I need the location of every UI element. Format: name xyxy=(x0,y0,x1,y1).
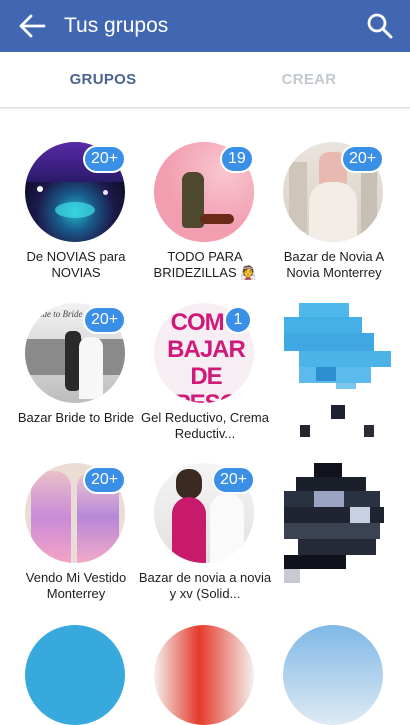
groups-grid: 20+ De NOVIAS para NOVIAS 19 TODO PARA B… xyxy=(0,108,410,725)
app-bar: Tus grupos xyxy=(0,0,410,52)
group-photo[interactable] xyxy=(154,625,254,725)
group-name: TODO PARA BRIDEZILLAS 👰 xyxy=(153,249,257,280)
group-name: Bazar de Novia A Novia Monterrey xyxy=(283,249,385,280)
photo-caption: Bride to Bride xyxy=(31,309,83,319)
group-name: Bazar de novia a novia y xv (Solid... xyxy=(138,570,272,601)
group-name: De NOVIAS para NOVIAS xyxy=(26,249,126,280)
notification-badge: 20+ xyxy=(212,466,256,494)
group-name: Gel Reductivo, Crema Reductiv... xyxy=(141,410,269,441)
tab-create[interactable]: CREAR xyxy=(234,52,384,108)
notification-badge: 19 xyxy=(220,145,254,173)
tab-bar: GRUPOS CREAR xyxy=(0,52,410,108)
notification-badge: 20+ xyxy=(341,145,385,173)
notification-badge: 1 xyxy=(224,306,252,334)
back-arrow-icon[interactable] xyxy=(18,13,46,39)
group-photo[interactable] xyxy=(25,625,125,725)
notification-badge: 20+ xyxy=(83,306,127,334)
group-photo[interactable] xyxy=(283,625,383,725)
tab-groups[interactable]: GRUPOS xyxy=(28,52,178,108)
page-title: Tus grupos xyxy=(64,14,169,37)
pixelated-image xyxy=(266,303,402,453)
pixelated-image xyxy=(266,463,402,623)
group-name: Vendo Mi Vestido Monterrey xyxy=(25,570,127,601)
group-name: Bazar Bride to Bride xyxy=(17,410,135,425)
notification-badge: 20+ xyxy=(83,466,127,494)
search-icon[interactable] xyxy=(366,12,394,40)
notification-badge: 20+ xyxy=(83,145,127,173)
